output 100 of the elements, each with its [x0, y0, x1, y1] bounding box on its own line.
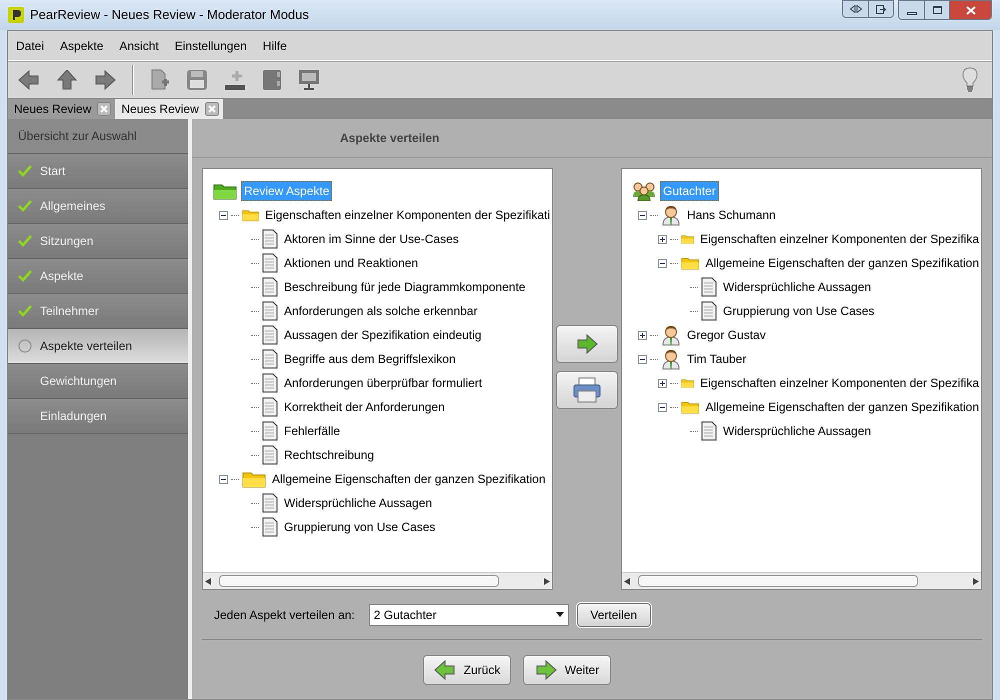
document-icon: [262, 253, 278, 273]
right-arrow-icon: [94, 70, 116, 90]
tree-item[interactable]: Allgemeine Eigenschaften der ganzen Spezifikation: [270, 470, 548, 488]
back-button[interactable]: Zurück: [423, 654, 511, 684]
tree-item[interactable]: Gruppierung von Use Cases: [282, 518, 438, 536]
collapse-icon[interactable]: [219, 210, 228, 220]
document-icon: [262, 301, 278, 321]
back-arrow-icon[interactable]: [18, 70, 40, 90]
tab[interactable]: Neues Review: [115, 99, 223, 119]
menu-item[interactable]: Hilfe: [262, 36, 287, 54]
tree-item[interactable]: Eigenschaften einzelner Komponenten der Spezifikati: [263, 206, 552, 224]
scroll-left-icon[interactable]: [624, 578, 630, 584]
panel-title: Aspekte verteilen: [339, 130, 440, 147]
checkmark-icon: [18, 165, 32, 177]
next-button[interactable]: Weiter: [523, 654, 611, 684]
people-icon: [632, 181, 656, 201]
folder-icon: [213, 182, 237, 200]
printer-icon: [573, 377, 601, 403]
tree-item[interactable]: Hans Schumann: [685, 206, 778, 224]
close-icon[interactable]: [97, 102, 112, 116]
reviewer-count-dropdown[interactable]: 2 Gutachter: [368, 604, 569, 626]
tree-item[interactable]: Gregor Gustav: [685, 326, 768, 344]
distribute-button[interactable]: Verteilen: [576, 602, 651, 626]
sidebar-item[interactable]: Aspekte verteilen: [8, 329, 188, 364]
document-icon: [701, 301, 717, 321]
menu-item[interactable]: Einstellungen: [174, 36, 247, 54]
tree-item[interactable]: Widersprüchliche Aussagen: [721, 422, 874, 440]
scroll-left-icon[interactable]: [205, 578, 211, 584]
window-title: PearReview - Neues Review - Moderator Modus: [30, 6, 309, 24]
right-arrow-icon: [576, 334, 598, 354]
document-icon: [262, 397, 278, 417]
document-icon: [701, 277, 717, 297]
checkmark-icon: [18, 305, 32, 317]
person-icon: [661, 204, 681, 226]
forward-arrow-icon[interactable]: [94, 70, 116, 90]
monitor-icon[interactable]: [298, 69, 320, 91]
caret-icon: [556, 612, 564, 617]
save-icon[interactable]: [186, 69, 208, 91]
maximize-button[interactable]: [924, 1, 949, 19]
scroll-right-icon[interactable]: [544, 578, 550, 584]
checkmark-icon: [18, 200, 32, 212]
split-arrows-icon: [850, 5, 862, 13]
tree-item[interactable]: Widersprüchliche Aussagen: [721, 278, 874, 296]
document-icon: [262, 373, 278, 393]
tree-item[interactable]: Widersprüchliche Aussagen: [282, 494, 434, 512]
expand-icon[interactable]: [638, 330, 647, 340]
tree-item[interactable]: Anforderungen als solche erkennbar: [282, 302, 480, 320]
document-icon: [262, 445, 278, 465]
collapse-icon[interactable]: [638, 210, 647, 220]
right-arrow-icon: [534, 660, 557, 680]
minimize-button[interactable]: [899, 1, 924, 19]
tree-item[interactable]: Begriffe aus dem Begriffslexikon: [282, 350, 458, 368]
assign-button[interactable]: [556, 325, 618, 363]
expand-icon[interactable]: [658, 378, 667, 388]
tree-item[interactable]: Rechtschreibung: [282, 446, 376, 464]
document-icon: [262, 277, 278, 297]
tree-item[interactable]: Anforderungen überprüfbar formuliert: [282, 374, 484, 392]
left-arrow-icon: [18, 70, 40, 90]
collapse-icon[interactable]: [219, 474, 228, 484]
sidebar-header: Übersicht zur Auswahl: [8, 119, 188, 154]
tree-item[interactable]: Beschreibung für jede Diagrammkomponente: [282, 278, 528, 296]
close-icon[interactable]: [204, 102, 219, 116]
collapse-icon[interactable]: [658, 402, 667, 412]
checkmark-icon: [18, 235, 32, 247]
menu-item[interactable]: Ansicht: [119, 36, 159, 54]
detach-icon: [876, 4, 886, 14]
tree-item[interactable]: Fehlerfälle: [282, 422, 342, 440]
document-icon: [262, 349, 278, 369]
add-icon[interactable]: [224, 69, 246, 91]
distribute-label: Jeden Aspekt verteilen an:: [214, 606, 355, 624]
tree-item[interactable]: Aktionen und Reaktionen: [282, 254, 420, 272]
collapse-icon[interactable]: [638, 354, 647, 364]
tree-item[interactable]: Korrektheit der Anforderungen: [282, 398, 447, 416]
print-button[interactable]: [556, 371, 618, 409]
tree-item[interactable]: Gruppierung von Use Cases: [721, 302, 876, 320]
horizontal-scrollbar[interactable]: [622, 572, 981, 589]
tree-item[interactable]: Eigenschaften einzelner Komponenten der Spezifika: [698, 230, 981, 248]
book-icon[interactable]: [262, 69, 282, 91]
horizontal-scrollbar[interactable]: [203, 572, 552, 589]
collapse-icon[interactable]: [658, 258, 667, 268]
tree-item[interactable]: Aktoren im Sinne der Use-Cases: [282, 230, 461, 248]
lightbulb-icon[interactable]: [962, 67, 978, 93]
left-arrow-icon: [434, 660, 456, 680]
menu-item[interactable]: Datei: [16, 36, 44, 54]
tree-item[interactable]: Tim Tauber: [685, 350, 748, 368]
tree-item[interactable]: Allgemeine Eigenschaften der ganzen Spezifikation: [703, 254, 981, 272]
document-icon: [262, 229, 278, 249]
new-document-icon[interactable]: [150, 69, 170, 91]
tab[interactable]: Neues Review: [8, 99, 116, 119]
tree-item[interactable]: Allgemeine Eigenschaften der ganzen Spezifikation: [703, 398, 981, 416]
expand-icon[interactable]: [658, 234, 667, 244]
close-button[interactable]: [949, 1, 991, 19]
menu-item[interactable]: Aspekte: [60, 36, 104, 54]
scroll-right-icon[interactable]: [973, 578, 979, 584]
tree-item[interactable]: Eigenschaften einzelner Komponenten der Spezifika: [698, 374, 981, 392]
circle-icon: [18, 339, 32, 353]
folder-icon: [242, 470, 266, 488]
document-icon: [262, 517, 278, 537]
document-icon: [262, 493, 278, 513]
tree-item[interactable]: Aussagen der Spezifikation eindeutig: [282, 326, 484, 344]
